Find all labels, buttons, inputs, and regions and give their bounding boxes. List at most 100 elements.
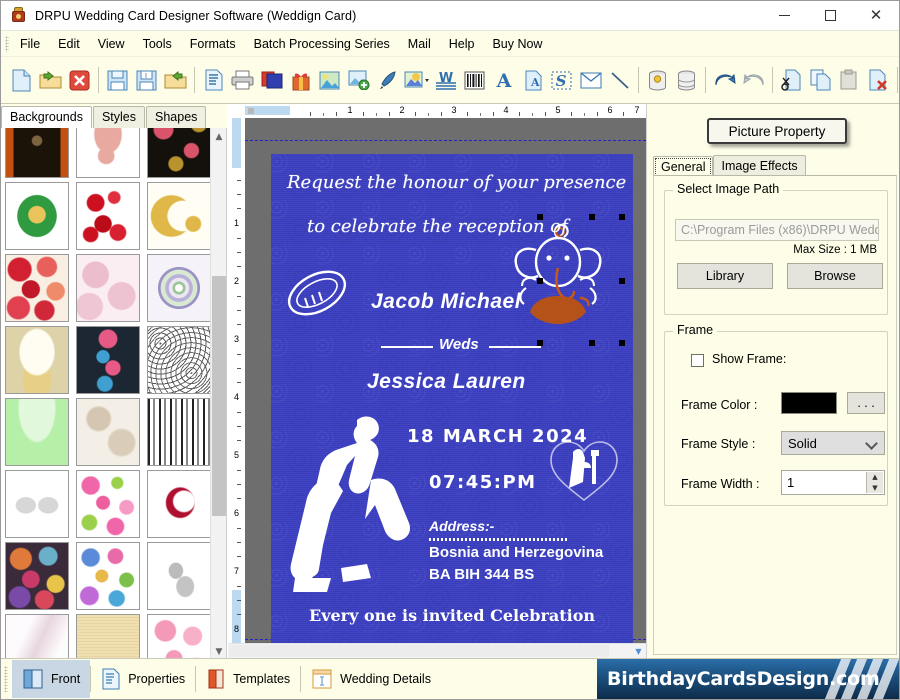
frame-width-stepper[interactable]: 1 ▲ ▼ xyxy=(781,470,885,495)
card-groom-name[interactable]: Jacob Michael xyxy=(371,290,521,314)
background-thumbnail-pink-elephant[interactable] xyxy=(76,128,140,178)
background-thumbnail-green-leaf-ganesha[interactable] xyxy=(5,182,69,250)
ring-graphic[interactable] xyxy=(281,262,353,324)
background-thumbnail-red-ek-onkar[interactable] xyxy=(147,470,211,538)
bottom-bar-grip[interactable] xyxy=(4,666,8,692)
background-list-scrollbar[interactable]: ▲ ▼ xyxy=(210,128,226,660)
maximize-button[interactable] xyxy=(807,1,853,31)
frame-color-picker-button[interactable]: . . . xyxy=(847,392,885,414)
scrollbar-thumb[interactable] xyxy=(229,645,609,657)
selection-handle-w[interactable] xyxy=(537,278,543,284)
paste-icon[interactable] xyxy=(835,65,864,95)
menu-item-tools[interactable]: Tools xyxy=(134,34,181,54)
heart-couple-monogram[interactable] xyxy=(547,436,621,506)
data-set-icon[interactable] xyxy=(672,65,701,95)
background-thumbnail-pink-cherry-blossom[interactable] xyxy=(147,614,211,660)
wedding-card-design[interactable]: Request the honour of your presence to c… xyxy=(271,154,633,647)
menu-grip[interactable] xyxy=(5,35,9,52)
import-folder-icon[interactable] xyxy=(161,65,190,95)
selection-handle-se[interactable] xyxy=(619,340,625,346)
watermark-icon[interactable]: W xyxy=(431,65,460,95)
background-thumbnail-grey-stripe-lace[interactable] xyxy=(147,398,211,466)
brand-banner[interactable]: BirthdayCardsDesign.com xyxy=(597,658,899,699)
background-thumbnail-red-rose-petals[interactable] xyxy=(76,182,140,250)
database-icon[interactable] xyxy=(643,65,672,95)
canvas-workspace[interactable]: Request the honour of your presence to c… xyxy=(245,118,646,660)
new-file-icon[interactable] xyxy=(7,65,36,95)
scroll-right-icon[interactable]: ▼ xyxy=(631,644,646,658)
redo-icon[interactable] xyxy=(739,65,768,95)
spinner-up-icon[interactable]: ▲ xyxy=(867,472,883,483)
line-icon[interactable] xyxy=(605,65,634,95)
card-line-2[interactable]: to celebrate the reception of xyxy=(307,216,568,237)
menu-item-mail[interactable]: Mail xyxy=(399,34,440,54)
tab-image-effects[interactable]: Image Effects xyxy=(713,155,806,177)
background-thumbnail-red-hearts-pattern[interactable] xyxy=(5,254,69,322)
layers-icon[interactable] xyxy=(257,65,286,95)
open-folder-icon[interactable] xyxy=(36,65,65,95)
background-thumbnail-beige-marble[interactable] xyxy=(76,398,140,466)
menu-item-file[interactable]: File xyxy=(11,34,49,54)
menu-item-formats[interactable]: Formats xyxy=(181,34,245,54)
background-thumbnail-white-pink-silk[interactable] xyxy=(5,614,69,660)
barcode-icon[interactable] xyxy=(460,65,489,95)
picture-icon[interactable] xyxy=(315,65,344,95)
minimize-button[interactable] xyxy=(761,1,807,31)
background-thumbnail-grey-lace-pattern[interactable] xyxy=(147,326,211,394)
background-thumbnail-green-mandala[interactable] xyxy=(147,254,211,322)
card-weds-label[interactable]: Weds xyxy=(439,336,479,353)
selection-handle-s[interactable] xyxy=(589,340,595,346)
text-icon[interactable]: A xyxy=(489,65,518,95)
browse-button[interactable]: Browse xyxy=(787,263,883,289)
delete-icon[interactable] xyxy=(864,65,893,95)
tab-shapes[interactable]: Shapes xyxy=(146,106,207,128)
image-path-input[interactable]: C:\Program Files (x86)\DRPU Wedd xyxy=(675,219,879,241)
card-address-line-1[interactable]: Bosnia and Herzegovina xyxy=(429,544,603,561)
menu-item-help[interactable]: Help xyxy=(440,34,484,54)
close-file-icon[interactable] xyxy=(65,65,94,95)
shape-gallery-icon[interactable] xyxy=(402,65,431,95)
selection-handle-n[interactable] xyxy=(589,214,595,220)
bottom-item-properties[interactable]: Properties xyxy=(91,660,195,698)
background-thumbnail-sketch-couple-line-art[interactable] xyxy=(147,542,211,610)
show-frame-checkbox[interactable] xyxy=(691,354,704,367)
card-address-line-2[interactable]: BA BIH 344 BS xyxy=(429,566,534,583)
mail-icon[interactable] xyxy=(576,65,605,95)
selection-handle-e[interactable] xyxy=(619,278,625,284)
print-icon[interactable] xyxy=(228,65,257,95)
save-as-icon[interactable]: I xyxy=(132,65,161,95)
card-time[interactable]: 07:45:PM xyxy=(429,472,537,493)
scrollbar-thumb[interactable] xyxy=(212,276,226,516)
scroll-up-icon[interactable]: ▲ xyxy=(211,128,227,145)
menu-item-batch-processing-series[interactable]: Batch Processing Series xyxy=(245,34,399,54)
background-thumbnail-paisley-multicolor[interactable] xyxy=(5,542,69,610)
frame-width-spinner[interactable]: ▲ ▼ xyxy=(866,472,883,493)
menu-item-buy-now[interactable]: Buy Now xyxy=(483,34,551,54)
text-page-icon[interactable]: A xyxy=(518,65,547,95)
background-thumbnail-light-green-floral[interactable] xyxy=(5,398,69,466)
signature-icon[interactable]: S xyxy=(547,65,576,95)
tab-backgrounds[interactable]: Backgrounds xyxy=(1,106,92,129)
card-address-label[interactable]: Address:- xyxy=(429,518,494,534)
bottom-item-templates[interactable]: Templates xyxy=(196,660,300,698)
card-bride-name[interactable]: Jessica Lauren xyxy=(367,370,526,394)
menu-item-view[interactable]: View xyxy=(89,34,134,54)
card-footer-text[interactable]: Every one is invited Celebration xyxy=(309,606,595,625)
frame-style-select[interactable]: Solid xyxy=(781,431,885,455)
background-thumbnail-navy-floral-band[interactable] xyxy=(76,326,140,394)
insert-image-icon[interactable] xyxy=(344,65,373,95)
background-thumbnail-black-floral-gold[interactable] xyxy=(147,128,211,178)
background-thumbnail-blue-pink-flowers[interactable] xyxy=(76,542,140,610)
background-thumbnail-list[interactable] xyxy=(1,128,211,660)
pen-icon[interactable] xyxy=(373,65,402,95)
background-thumbnail-beige-texture[interactable] xyxy=(76,614,140,660)
spinner-down-icon[interactable]: ▼ xyxy=(867,483,883,494)
background-thumbnail-gold-crescent-star[interactable] xyxy=(147,182,211,250)
background-thumbnail-pink-flower-confetti[interactable] xyxy=(76,470,140,538)
library-button[interactable]: Library xyxy=(677,263,773,289)
background-thumbnail-orange-black-border[interactable] xyxy=(5,128,69,178)
frame-color-swatch[interactable] xyxy=(781,392,837,414)
card-line-1[interactable]: Request the honour of your presence xyxy=(287,172,626,193)
menu-item-edit[interactable]: Edit xyxy=(49,34,89,54)
undo-icon[interactable] xyxy=(710,65,739,95)
